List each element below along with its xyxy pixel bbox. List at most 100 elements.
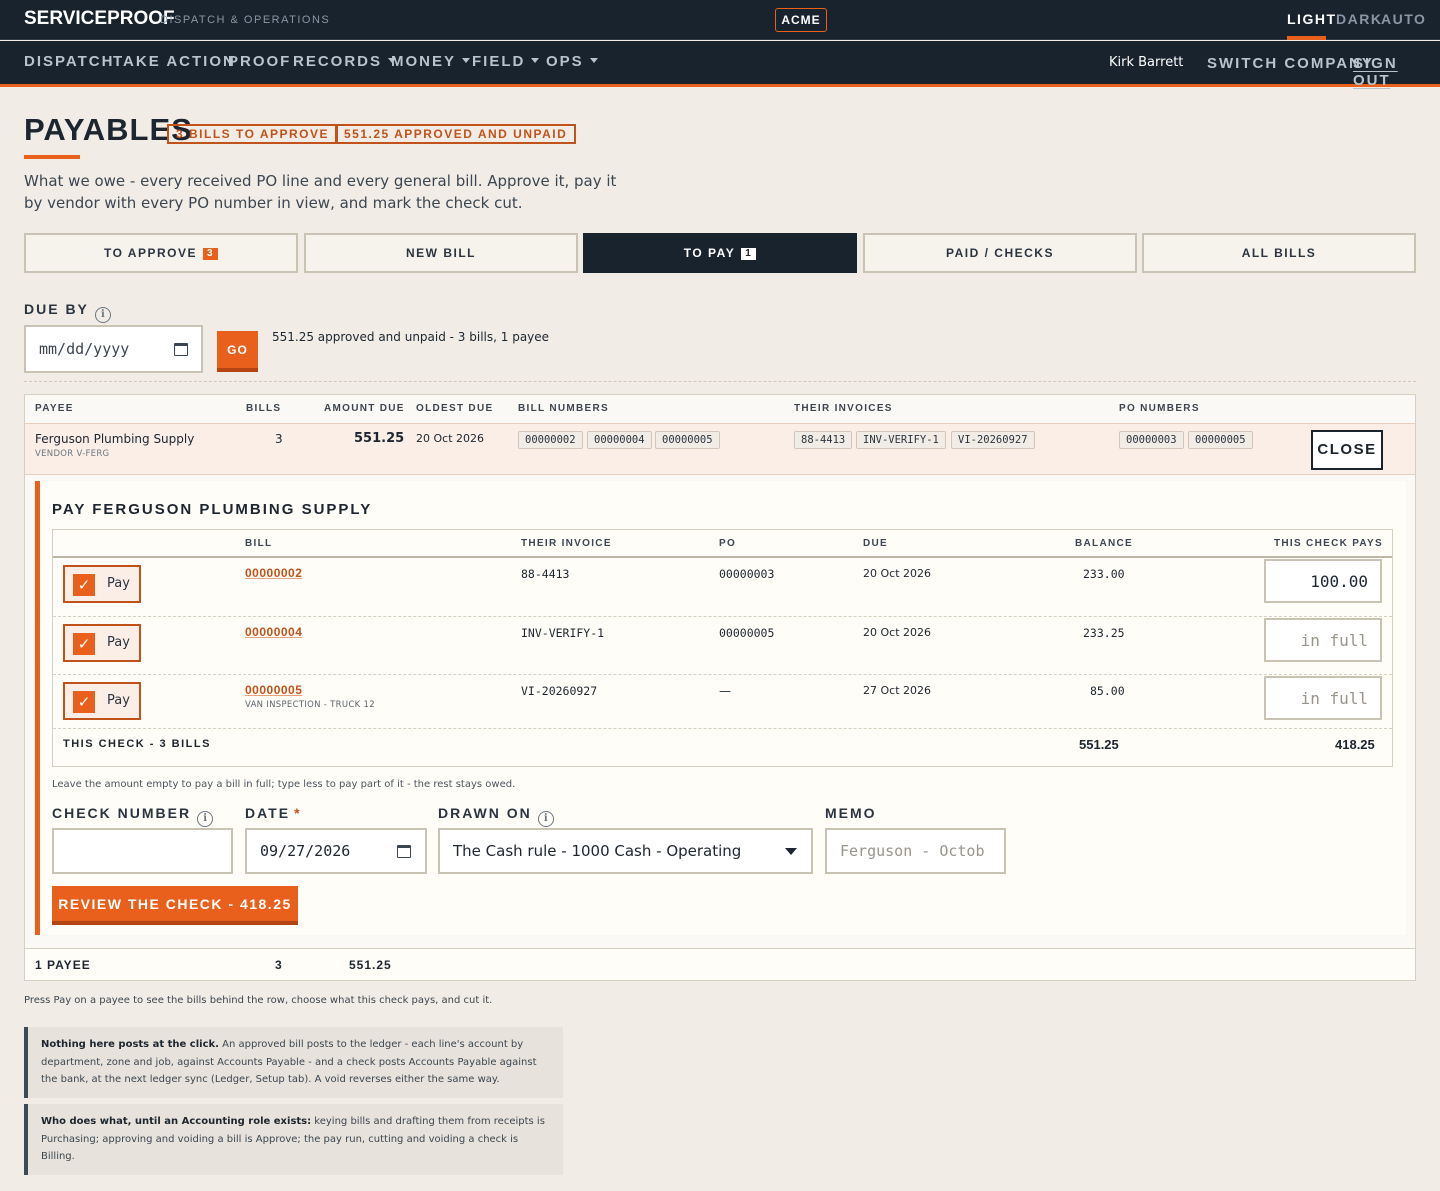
nav-records-label: RECORDS (293, 53, 383, 70)
pay-hint: Press Pay on a payee to see the bills be… (24, 995, 493, 1006)
nav-take-action-label: TAKE ACTION (113, 53, 236, 70)
due-date: 20 Oct 2026 (863, 626, 932, 639)
date-text: DATE (245, 805, 291, 821)
roles-callout: Who does what, until an Accounting role … (24, 1104, 563, 1175)
pay-checkbox[interactable]: ✓ Pay (63, 682, 141, 720)
help-text: Leave the amount empty to pay a bill in … (52, 779, 516, 790)
po-chip: 00000005 (1188, 431, 1253, 449)
chevron-down-icon (589, 58, 598, 63)
nav-field[interactable]: FIELD (472, 53, 540, 70)
header-balance: BALANCE (1075, 538, 1133, 549)
ledger-callout: Nothing here posts at the click. An appr… (24, 1027, 563, 1098)
main-nav: DISPATCH TAKE ACTION PROOF RECORDS MONEY… (0, 41, 1440, 89)
pay-checkbox[interactable]: ✓ Pay (63, 624, 141, 662)
sign-out-link[interactable]: SIGN OUT (1353, 55, 1440, 89)
row-divider (53, 728, 1392, 729)
drawn-on-value: The Cash rule - 1000 Cash - Operating (453, 842, 742, 860)
nav-ops-label: OPS (546, 53, 584, 70)
required-marker: * (294, 805, 302, 821)
calendar-icon[interactable] (397, 845, 411, 858)
row-divider (53, 616, 1392, 617)
info-icon[interactable]: i (94, 307, 111, 323)
amount-input[interactable]: 100.00 (1264, 559, 1382, 603)
nav-money[interactable]: MONEY (391, 53, 471, 70)
bills-to-approve-badge: 3 BILLS TO APPROVE (167, 124, 339, 144)
footer-payee-count: 1 PAYEE (35, 958, 91, 972)
header-amount-due: AMOUNT DUE (324, 403, 405, 414)
header-their-invoices: THEIR INVOICES (794, 403, 893, 414)
check-total-label: THIS CHECK - 3 BILLS (63, 738, 211, 750)
due-by-date-input[interactable]: mm/dd/yyyy (24, 325, 203, 373)
nav-field-label: FIELD (472, 53, 526, 70)
bill-description: VAN INSPECTION - TRUCK 12 (245, 700, 375, 710)
header-po: PO (719, 538, 737, 549)
tab-label: PAID / CHECKS (946, 246, 1054, 260)
check-number-input[interactable] (52, 828, 233, 874)
page-description: What we owe - every received PO line and… (24, 172, 617, 212)
chevron-down-icon (462, 58, 471, 63)
footer-bill-count: 3 (275, 958, 283, 972)
bill-number-chip: 00000002 (518, 431, 583, 449)
pay-checkbox-label: Pay (107, 576, 130, 591)
check-number-text: CHECK NUMBER (52, 805, 192, 821)
header-oldest-due: OLDEST DUE (416, 403, 494, 414)
nav-ops[interactable]: OPS (546, 53, 598, 70)
tab-to-pay[interactable]: TO PAY 1 (583, 233, 857, 273)
po-chip: 00000003 (1119, 431, 1184, 449)
pay-panel: PAY FERGUSON PLUMBING SUPPLY BILL THEIR … (35, 481, 1406, 935)
check-number-label: CHECK NUMBER i (52, 805, 214, 827)
pay-checkbox-label: Pay (107, 693, 130, 708)
memo-input[interactable]: Ferguson - Octob (825, 828, 1006, 874)
chevron-down-icon (531, 58, 540, 63)
brand-logo[interactable]: SERVICEPROOF (24, 8, 175, 30)
theme-auto-button[interactable]: AUTO (1381, 11, 1426, 27)
info-icon[interactable]: i (537, 811, 554, 827)
user-name: Kirk Barrett (1109, 55, 1184, 70)
bill-link[interactable]: 00000005 (245, 683, 302, 697)
nav-proof[interactable]: PROOF (228, 53, 291, 70)
brand-subtitle: DISPATCH & OPERATIONS (160, 14, 331, 26)
footer-amount: 551.25 (349, 958, 392, 972)
check-date-input[interactable]: 09/27/2026 (245, 828, 427, 874)
amount-input[interactable]: in full (1264, 676, 1382, 720)
payee-row[interactable]: Ferguson Plumbing Supply VENDOR V-FERG 3… (25, 423, 1415, 475)
nav-dispatch[interactable]: DISPATCH (24, 53, 114, 70)
po-number: 00000003 (719, 567, 775, 581)
theme-light-button[interactable]: LIGHT (1287, 11, 1337, 27)
bill-link[interactable]: 00000002 (245, 566, 302, 580)
payee-bill-count: 3 (275, 432, 283, 446)
date-label: DATE * (245, 805, 302, 821)
vendor-code: VENDOR V-FERG (35, 449, 110, 459)
nav-records[interactable]: RECORDS (293, 53, 397, 70)
tab-to-approve[interactable]: TO APPROVE 3 (24, 233, 298, 273)
theme-dark-button[interactable]: DARK (1336, 11, 1382, 27)
tab-label: ALL BILLS (1241, 246, 1317, 260)
chevron-down-icon (785, 848, 797, 855)
nav-take-action[interactable]: TAKE ACTION (113, 53, 236, 70)
title-underline (24, 155, 80, 159)
company-badge[interactable]: ACME (775, 8, 827, 32)
close-button[interactable]: CLOSE (1311, 430, 1383, 470)
their-invoice: 88-4413 (521, 567, 570, 581)
due-by-label: DUE BY i (24, 301, 111, 323)
bill-link[interactable]: 00000004 (245, 625, 302, 639)
tab-new-bill[interactable]: NEW BILL (304, 233, 578, 273)
pay-panel-title: PAY FERGUSON PLUMBING SUPPLY (52, 501, 373, 518)
bill-number-chip: 00000004 (587, 431, 652, 449)
amount-input[interactable]: in full (1264, 618, 1382, 662)
header-rule (53, 556, 1392, 558)
info-icon[interactable]: i (197, 811, 214, 827)
tab-count-badge: 3 (202, 248, 219, 260)
tab-all-bills[interactable]: ALL BILLS (1142, 233, 1416, 273)
header-this-check-pays: THIS CHECK PAYS (1274, 538, 1383, 549)
balance: 233.25 (1083, 626, 1125, 640)
pay-checkbox[interactable]: ✓ Pay (63, 565, 141, 603)
header-bills: BILLS (246, 403, 282, 414)
calendar-icon[interactable] (174, 343, 188, 356)
po-number: — (719, 684, 731, 698)
go-button[interactable]: GO (217, 331, 258, 372)
switch-company-link[interactable]: SWITCH COMPANY (1207, 55, 1374, 72)
review-check-button[interactable]: REVIEW THE CHECK - 418.25 (52, 886, 298, 925)
tab-paid-checks[interactable]: PAID / CHECKS (863, 233, 1137, 273)
drawn-on-select[interactable]: The Cash rule - 1000 Cash - Operating (438, 828, 813, 874)
